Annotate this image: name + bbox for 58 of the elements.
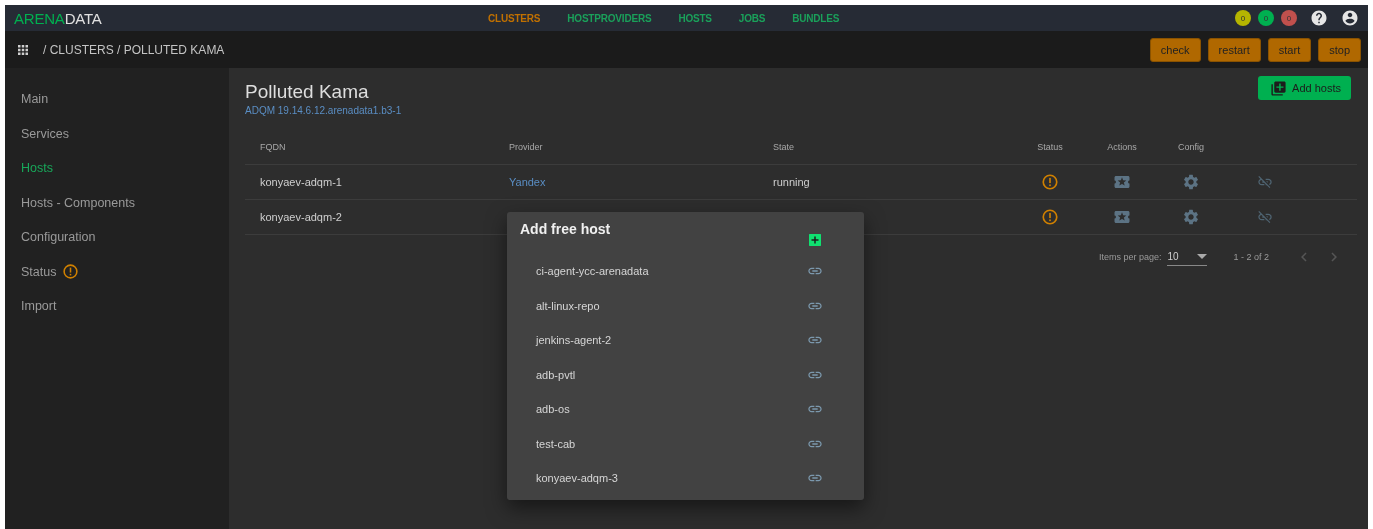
nav-link[interactable]: HOSTS <box>678 12 712 24</box>
items-per-page-label: Items per page: <box>1098 252 1162 262</box>
ticket-icon[interactable] <box>1113 208 1131 226</box>
sidebar-item[interactable]: Hosts <box>5 151 229 186</box>
action-button[interactable]: start <box>1267 37 1312 62</box>
settings-icon[interactable] <box>1182 208 1200 226</box>
nav-link[interactable]: BUNDLES <box>792 12 840 24</box>
action-button[interactable]: check <box>1149 37 1201 62</box>
sidebar-item[interactable]: Hosts - Components <box>5 185 229 220</box>
sidebar-item[interactable]: Import <box>5 289 229 324</box>
host-name[interactable]: adb-os <box>536 403 570 416</box>
action-button[interactable]: restart <box>1207 37 1261 62</box>
column-header: Config <box>1158 130 1224 165</box>
caret-icon <box>1197 254 1208 259</box>
column-header: Provider <box>509 130 773 165</box>
version-subtitle: ADQM 19.14.6.12.arenadata1.b3-1 <box>245 105 402 117</box>
column-header: State <box>773 130 1014 165</box>
unlink-icon[interactable] <box>1257 174 1273 190</box>
page-range: 1 - 2 of 2 <box>1233 252 1269 262</box>
nav-link[interactable]: HOSTPROVIDERS <box>567 12 652 24</box>
column-header: Status <box>1014 130 1086 165</box>
library-add-icon <box>1270 79 1288 97</box>
account-icon[interactable] <box>1341 9 1359 27</box>
host-name[interactable]: ci-agent-ycc-arenadata <box>536 265 649 278</box>
count-badge[interactable]: 0 <box>1235 10 1251 26</box>
warning-icon <box>62 263 80 281</box>
table-cell: running <box>773 165 1014 200</box>
host-name[interactable]: jenkins-agent-2 <box>536 334 612 347</box>
column-header: FQDN <box>245 130 509 165</box>
host-name[interactable]: test-cab <box>536 437 576 450</box>
sidebar-item[interactable]: Status <box>5 254 229 289</box>
table-cell: konyaev-adqm-1 <box>245 165 509 200</box>
nav-link[interactable]: JOBS <box>738 12 766 24</box>
add-icon[interactable] <box>809 234 821 246</box>
warning-icon <box>1041 173 1059 191</box>
breadcrumb: / CLUSTERS / POLLUTED KAMA <box>43 42 225 57</box>
warning-icon <box>1041 208 1059 226</box>
page-title: Polluted Kama <box>245 81 370 103</box>
unlink-icon[interactable] <box>1257 209 1273 225</box>
sidebar-item[interactable]: Main <box>5 82 229 117</box>
column-header: Actions <box>1086 130 1158 165</box>
ticket-icon[interactable] <box>1113 173 1131 191</box>
count-badge[interactable]: 0 <box>1258 10 1274 26</box>
host-name[interactable]: konyaev-adqm-3 <box>536 472 618 485</box>
provider-link[interactable]: Yandex <box>509 176 546 188</box>
sidebar-item[interactable]: Services <box>5 116 229 151</box>
action-button[interactable]: stop <box>1318 37 1361 62</box>
help-icon[interactable] <box>1310 9 1328 27</box>
logo-text: ARENADATA <box>14 9 103 27</box>
host-name[interactable]: alt-linux-repo <box>536 299 600 312</box>
dialog-title: Add free host <box>520 220 611 239</box>
apps-icon[interactable] <box>17 43 29 56</box>
host-name[interactable]: adb-pvtl <box>536 368 576 381</box>
sidebar-item[interactable]: Configuration <box>5 220 229 255</box>
nav-link[interactable]: CLUSTERS <box>488 12 541 24</box>
page-size-select[interactable]: 10 <box>1167 248 1208 266</box>
add-hosts-button[interactable]: Add hosts <box>1258 76 1351 100</box>
settings-icon[interactable] <box>1182 173 1200 191</box>
